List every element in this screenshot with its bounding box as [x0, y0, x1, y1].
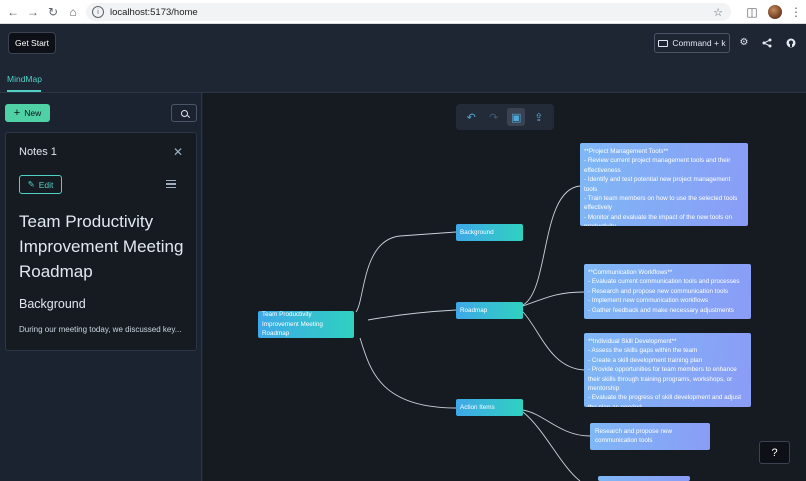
mindmap-node-comm-workflows[interactable]: **Communication Workflows** - Evaluate c…	[584, 264, 751, 319]
active-tab-indicator	[7, 90, 41, 92]
home-icon[interactable]: ⌂	[63, 2, 83, 22]
mindmap-toolbar: ↶ ↷ ▣ ⇪	[456, 104, 554, 130]
site-info-icon[interactable]: i	[92, 6, 104, 18]
extensions-icon[interactable]: ◫	[742, 2, 762, 22]
mindmap-node-action-2[interactable]	[598, 476, 690, 481]
url-text: localhost:5173/home	[110, 6, 198, 18]
note-subheading: Background	[19, 297, 86, 311]
sidebar: + New Notes 1 ✕ ✎ Edit Team Productivity…	[0, 93, 202, 481]
get-start-button[interactable]: Get Start	[8, 32, 56, 54]
mindmap-node-background[interactable]: Background	[456, 224, 523, 241]
back-icon[interactable]: ←	[3, 2, 23, 22]
mindmap-node-roadmap[interactable]: Roadmap	[456, 302, 523, 319]
command-palette-button[interactable]: Command + k	[654, 33, 730, 53]
undo-icon[interactable]: ↶	[462, 108, 480, 126]
mindmap-node-skill-dev[interactable]: **Individual Skill Development** - Asses…	[584, 333, 751, 407]
browser-toolbar: ← → ↻ ⌂ i localhost:5173/home ☆ ◫ ⋮	[0, 0, 806, 24]
plus-icon: +	[13, 107, 21, 119]
note-heading: Team Productivity Improvement Meeting Ro…	[19, 212, 184, 281]
tab-mindmap[interactable]: MindMap	[7, 74, 42, 84]
note-card: Notes 1 ✕ ✎ Edit Team Productivity Impro…	[5, 132, 197, 351]
share-icon[interactable]	[762, 38, 772, 48]
export-icon[interactable]: ⇪	[530, 108, 548, 126]
search-button[interactable]	[171, 104, 197, 122]
mindmap-node-action-1[interactable]: Research and propose new communication t…	[590, 423, 710, 450]
new-label: New	[24, 108, 42, 118]
pencil-icon: ✎	[27, 179, 35, 189]
settings-icon[interactable]: ⚙	[739, 38, 749, 48]
tab-bar: MindMap	[0, 62, 806, 93]
keyboard-icon	[658, 39, 669, 47]
help-button[interactable]: ?	[759, 441, 790, 464]
note-title: Notes 1	[19, 146, 57, 158]
list-icon[interactable]	[166, 180, 176, 188]
reload-icon[interactable]: ↻	[43, 2, 63, 22]
new-note-button[interactable]: + New	[5, 104, 50, 122]
github-icon[interactable]	[786, 38, 796, 48]
edit-button[interactable]: ✎ Edit	[19, 175, 62, 194]
browser-menu-icon[interactable]: ⋮	[786, 2, 806, 22]
bookmark-star-icon[interactable]: ☆	[713, 6, 723, 19]
fit-view-icon[interactable]: ▣	[507, 108, 526, 126]
command-label: Command + k	[672, 38, 726, 48]
profile-avatar[interactable]	[768, 5, 782, 19]
forward-icon[interactable]: →	[23, 2, 43, 22]
mindmap-root-node[interactable]: Team Productivity Improvement Meeting Ro…	[258, 311, 354, 338]
address-bar[interactable]: i localhost:5173/home ☆	[86, 3, 731, 21]
mindmap-node-pm-tools[interactable]: **Project Management Tools** - Review cu…	[580, 143, 748, 226]
redo-icon[interactable]: ↷	[485, 108, 503, 126]
close-icon[interactable]: ✕	[173, 145, 183, 159]
app-header: Get Start Command + k ⚙	[0, 24, 806, 62]
edit-label: Edit	[38, 179, 54, 190]
mindmap-node-action-items[interactable]: Action Items	[456, 399, 523, 416]
search-icon	[180, 109, 188, 117]
note-body-preview: During our meeting today, we discussed k…	[19, 325, 182, 334]
